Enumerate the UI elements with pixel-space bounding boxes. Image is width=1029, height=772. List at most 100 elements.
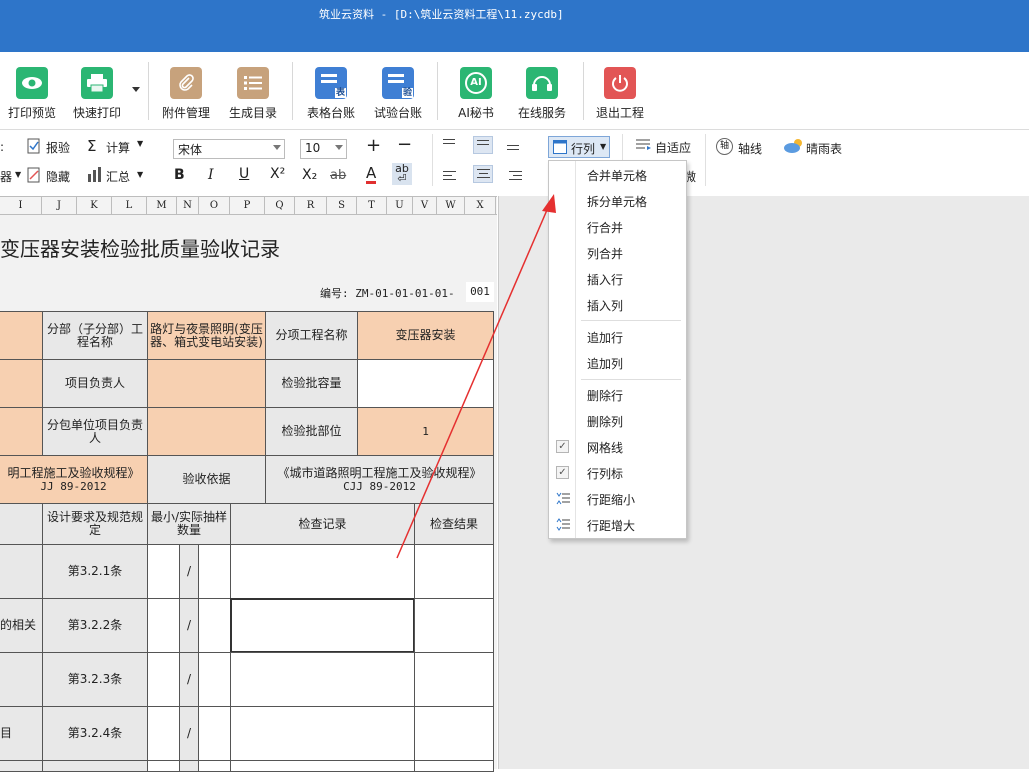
align-right-icon[interactable] [504, 168, 524, 186]
test-ledger-button[interactable]: 验 试验台账 [369, 60, 427, 128]
clause-cell[interactable]: 第3.2.1条 [42, 544, 148, 599]
table-cell[interactable] [0, 407, 43, 456]
menu-item-append-row[interactable]: 追加行 [587, 329, 623, 346]
font-color-button[interactable]: A [366, 165, 377, 184]
sample-actual-cell[interactable] [198, 598, 231, 653]
weather-table-button[interactable]: 晴雨表 [806, 140, 842, 157]
column-header[interactable]: T [357, 197, 387, 215]
align-bottom-icon[interactable] [504, 142, 524, 160]
column-header[interactable]: M [147, 197, 177, 215]
font-size-select[interactable]: 10 [300, 139, 347, 159]
item-cell[interactable]: 的相关 [0, 598, 43, 653]
serial-value[interactable]: 001 [466, 282, 494, 302]
sub-project-value[interactable]: 路灯与夜景照明(变压器、箱式变电站安装) [147, 311, 266, 360]
menu-item-insert-column[interactable]: 插入列 [587, 297, 623, 314]
hide-button[interactable]: 隐藏 [46, 168, 70, 185]
result-cell[interactable] [414, 706, 494, 761]
sample-actual-cell[interactable] [198, 544, 231, 599]
menu-item-insert-row[interactable]: 插入行 [587, 271, 623, 288]
result-cell[interactable] [414, 760, 494, 772]
column-header[interactable]: Q [265, 197, 295, 215]
column-header[interactable]: U [387, 197, 413, 215]
record-cell[interactable] [230, 760, 415, 772]
clause-cell[interactable]: 第3.2.4条 [42, 706, 148, 761]
column-header[interactable]: V [413, 197, 437, 215]
result-cell[interactable] [414, 652, 494, 707]
table-cell[interactable] [0, 311, 43, 360]
menu-item-merge-columns[interactable]: 列合并 [587, 245, 623, 262]
summary-button[interactable]: 汇总 [106, 168, 130, 185]
quick-print-dropdown-icon[interactable] [132, 87, 140, 92]
standard-right-cell[interactable]: 《城市道路照明工程施工及验收规程》 CJJ 89-2012 [265, 455, 494, 504]
sample-min-cell[interactable] [147, 598, 180, 653]
sample-min-cell[interactable] [147, 706, 180, 761]
sample-min-cell[interactable] [147, 760, 180, 772]
attachment-manage-button[interactable]: 附件管理 [157, 60, 215, 128]
online-service-button[interactable]: 在线服务 [513, 60, 571, 128]
sub-pm-value[interactable] [147, 407, 266, 456]
quick-print-button[interactable]: 快速打印 [68, 60, 126, 128]
calculate-dropdown-icon[interactable]: ▼ [137, 139, 143, 148]
exit-project-button[interactable]: 退出工程 [591, 60, 649, 128]
ai-secretary-button[interactable]: AI AI秘书 [447, 60, 505, 128]
print-preview-button[interactable]: 打印预览 [3, 60, 61, 128]
menu-item-merge-rows[interactable]: 行合并 [587, 219, 623, 236]
column-header[interactable]: J [42, 197, 77, 215]
italic-button[interactable]: I [208, 167, 214, 183]
record-cell[interactable] [230, 544, 415, 599]
calculate-button[interactable]: 计算 [106, 139, 130, 156]
standard-left-cell[interactable]: 明工程施工及验收规程》 JJ 89-2012 [0, 455, 148, 504]
menu-item-row-column-headers[interactable]: 行列标 [587, 465, 623, 482]
clause-cell[interactable] [42, 760, 148, 772]
subscript-button[interactable]: X₂ [302, 167, 317, 183]
pm-value[interactable] [147, 359, 266, 408]
sample-actual-cell[interactable] [198, 652, 231, 707]
menu-item-split-cells[interactable]: 拆分单元格 [587, 193, 647, 210]
menu-item-merge-cells[interactable]: 合并单元格 [587, 167, 647, 184]
partial-left-button-row1[interactable]: : [0, 140, 4, 154]
wrap-text-button[interactable]: ab ⏎ [392, 163, 412, 185]
record-cell-selected[interactable] [230, 598, 415, 653]
item-project-value[interactable]: 变压器安装 [357, 311, 494, 360]
menu-item-gridlines[interactable]: 网格线 [587, 439, 623, 456]
menu-item-line-spacing-increase[interactable]: 行距增大 [587, 517, 635, 534]
sample-actual-cell[interactable] [198, 760, 231, 772]
autofit-button[interactable]: 自适应 [655, 139, 691, 156]
menu-item-delete-column[interactable]: 删除列 [587, 413, 623, 430]
align-center-icon[interactable] [473, 165, 493, 183]
column-header[interactable]: X [465, 197, 496, 215]
item-cell[interactable] [0, 544, 43, 599]
column-header[interactable]: W [437, 197, 465, 215]
column-header[interactable]: S [327, 197, 357, 215]
increase-font-icon[interactable]: + [366, 135, 381, 156]
capacity-value[interactable] [357, 359, 494, 408]
result-cell[interactable] [414, 598, 494, 653]
record-cell[interactable] [230, 652, 415, 707]
align-top-icon[interactable] [443, 136, 463, 154]
sample-actual-cell[interactable] [198, 706, 231, 761]
table-ledger-button[interactable]: 表 表格台账 [302, 60, 360, 128]
partial-left-button-row2[interactable]: 器 [0, 168, 12, 185]
partial-dropdown-icon[interactable]: ▼ [15, 170, 21, 179]
clause-cell[interactable]: 第3.2.3条 [42, 652, 148, 707]
item-cell[interactable] [0, 760, 43, 772]
table-cell[interactable] [0, 359, 43, 408]
column-header[interactable]: K [77, 197, 112, 215]
decrease-font-icon[interactable]: − [397, 134, 412, 155]
font-name-select[interactable]: 宋体 [173, 139, 285, 159]
axis-button[interactable]: 轴线 [738, 140, 762, 157]
strikethrough-button[interactable]: ab [330, 168, 346, 183]
summary-dropdown-icon[interactable]: ▼ [137, 170, 143, 179]
superscript-button[interactable]: X² [270, 166, 285, 182]
align-middle-icon[interactable] [473, 136, 493, 154]
column-header[interactable]: O [199, 197, 230, 215]
row-column-button[interactable]: 行列 ▼ [548, 136, 610, 158]
underline-button[interactable]: U [239, 166, 249, 182]
result-cell[interactable] [414, 544, 494, 599]
column-header[interactable]: N [177, 197, 199, 215]
clause-cell[interactable]: 第3.2.2条 [42, 598, 148, 653]
item-cell[interactable] [0, 652, 43, 707]
record-cell[interactable] [230, 706, 415, 761]
check-inspection-button[interactable]: 报验 [46, 139, 70, 156]
generate-catalog-button[interactable]: 生成目录 [224, 60, 282, 128]
